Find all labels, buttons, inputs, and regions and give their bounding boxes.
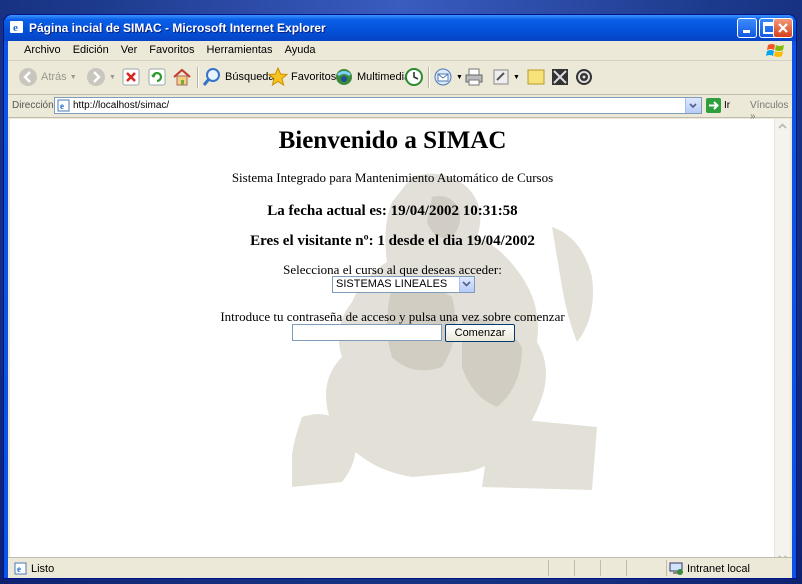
- status-cell: [626, 560, 627, 576]
- address-url: http://localhost/simac/: [73, 100, 170, 111]
- refresh-button[interactable]: [148, 66, 166, 88]
- status-cell: [548, 560, 549, 576]
- favorites-button[interactable]: Favoritos: [268, 66, 336, 88]
- multimedia-button[interactable]: Multimedia: [334, 66, 410, 88]
- mail-button[interactable]: ▼: [433, 66, 463, 88]
- status-text: Listo: [31, 562, 55, 575]
- windows-logo-icon: [766, 44, 784, 57]
- title-bar[interactable]: e Página incial de SIMAC - Microsoft Int…: [4, 15, 796, 41]
- chevron-down-icon: ▼: [69, 73, 77, 81]
- svg-text:e: e: [60, 101, 64, 111]
- start-button[interactable]: Comenzar: [445, 324, 515, 342]
- visitor-count-text: Eres el visitante nº: 1 desde el dia 19/…: [250, 233, 535, 249]
- history-icon: [405, 68, 423, 86]
- tools-button[interactable]: [574, 66, 594, 88]
- multimedia-label: Multimedia: [357, 71, 411, 83]
- web-page-content: Bienvenido a SIMAC Sistema Integrado par…: [10, 119, 775, 565]
- address-bar: Dirección e http://localhost/simac/ Ir V…: [8, 95, 792, 122]
- close-button[interactable]: [773, 18, 793, 38]
- page-heading: Bienvenido a SIMAC: [278, 127, 507, 154]
- menu-ayuda[interactable]: Ayuda: [279, 44, 322, 56]
- menu-ver[interactable]: Ver: [115, 44, 144, 56]
- address-label: Dirección: [12, 100, 54, 111]
- status-cell: [600, 560, 601, 576]
- notes-icon: [527, 69, 545, 85]
- favorites-label: Favoritos: [291, 71, 337, 83]
- research-icon: [552, 69, 568, 85]
- back-label: Atrás: [41, 71, 67, 83]
- edit-page-icon: [493, 69, 509, 85]
- chevron-down-icon: ▼: [456, 73, 463, 81]
- back-arrow-icon: [19, 68, 37, 86]
- intranet-icon: [669, 562, 683, 575]
- history-button[interactable]: [404, 66, 424, 88]
- page-subtitle: Sistema Integrado para Mantenimiento Aut…: [231, 170, 554, 185]
- forward-button[interactable]: ▼: [86, 66, 116, 88]
- course-select-value: SISTEMAS LINEALES: [336, 278, 448, 290]
- chevron-down-icon: [689, 103, 697, 109]
- status-bar: e Listo Intranet local: [8, 557, 792, 578]
- stop-button[interactable]: [122, 66, 140, 88]
- wheel-icon: [576, 69, 592, 85]
- chevron-up-icon: [778, 123, 787, 129]
- course-select[interactable]: SISTEMAS LINEALES: [332, 276, 475, 293]
- discuss-button[interactable]: [526, 66, 546, 88]
- search-icon: [202, 68, 220, 86]
- svg-text:e: e: [17, 564, 21, 574]
- chevron-down-icon: ▼: [513, 73, 520, 81]
- status-cell: [666, 560, 667, 576]
- go-label: Ir: [724, 100, 731, 111]
- browser-frame: Archivo Edición Ver Favoritos Herramient…: [8, 41, 792, 578]
- menu-archivo[interactable]: Archivo: [18, 44, 67, 56]
- chevron-down-icon: [462, 281, 471, 287]
- scroll-up-button[interactable]: [775, 119, 790, 134]
- current-date-text: La fecha actual es: 19/04/2002 10:31:58: [267, 203, 518, 219]
- svg-text:e: e: [13, 22, 18, 34]
- menu-bar: Archivo Edición Ver Favoritos Herramient…: [8, 41, 792, 61]
- multimedia-icon: [336, 69, 352, 85]
- password-prompt: Introduce tu contraseña de acceso y puls…: [220, 309, 565, 324]
- toolbar-divider: [197, 67, 199, 88]
- mail-icon: [434, 68, 452, 86]
- forward-arrow-icon: [87, 68, 105, 86]
- menu-edicion[interactable]: Edición: [67, 44, 115, 56]
- messenger-button[interactable]: [550, 66, 570, 88]
- page-icon: e: [57, 99, 70, 112]
- go-button[interactable]: Ir: [706, 98, 730, 113]
- toolbar-divider: [428, 67, 430, 88]
- address-dropdown-button[interactable]: [685, 98, 701, 113]
- vertical-scrollbar[interactable]: [774, 119, 790, 565]
- minimize-button[interactable]: [737, 18, 757, 38]
- refresh-icon: [148, 68, 166, 86]
- print-icon: [465, 68, 483, 86]
- ie-logo-icon: e: [10, 21, 23, 34]
- print-button[interactable]: [464, 66, 484, 88]
- go-arrow-icon: [706, 98, 721, 113]
- stop-icon: [122, 68, 140, 86]
- standard-toolbar: Atrás ▼ ▼ Búsqueda Favoritos Multimedia …: [8, 61, 792, 95]
- menu-herramientas[interactable]: Herramientas: [201, 44, 279, 56]
- address-input[interactable]: e http://localhost/simac/: [54, 97, 702, 114]
- edit-button[interactable]: ▼: [492, 66, 520, 88]
- minimize-icon: [743, 30, 750, 33]
- favorites-star-icon: [268, 67, 288, 87]
- course-select-dropdown-button[interactable]: [459, 277, 474, 292]
- password-input[interactable]: [292, 324, 442, 341]
- home-icon: [173, 68, 191, 86]
- links-label: Vínculos: [750, 100, 789, 111]
- back-button[interactable]: Atrás ▼: [18, 66, 77, 88]
- close-icon: [778, 23, 788, 33]
- security-zone: Intranet local: [669, 562, 750, 575]
- status-cell: [574, 560, 575, 576]
- search-button[interactable]: Búsqueda: [202, 66, 275, 88]
- window-title: Página incial de SIMAC - Microsoft Inter…: [29, 21, 326, 35]
- zone-text: Intranet local: [687, 562, 750, 575]
- home-button[interactable]: [172, 66, 192, 88]
- chevron-down-icon: ▼: [109, 73, 116, 81]
- browser-window: e Página incial de SIMAC - Microsoft Int…: [4, 15, 796, 578]
- menu-favoritos[interactable]: Favoritos: [143, 44, 200, 56]
- page-icon: e: [14, 562, 27, 575]
